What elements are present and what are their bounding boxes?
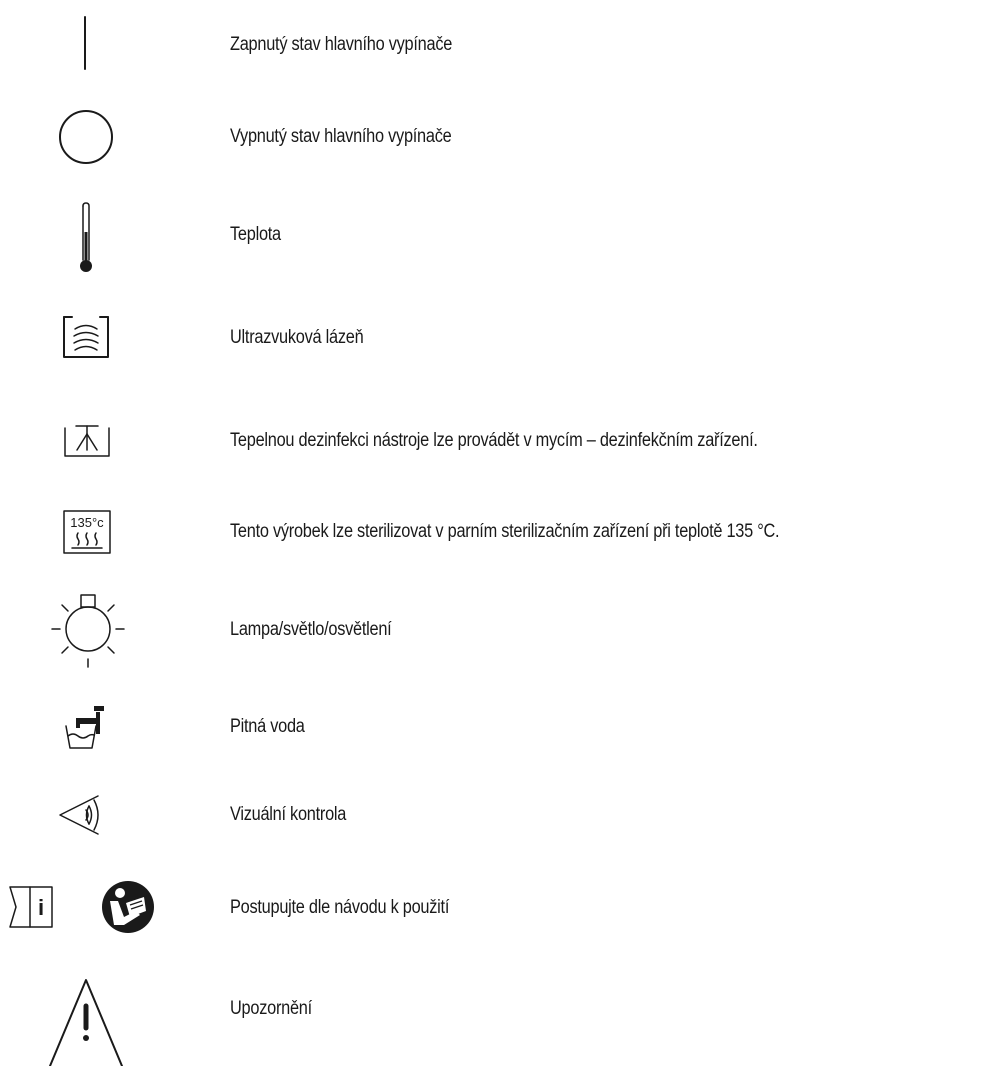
ultrasonic-bath-icon [63, 316, 109, 358]
icon-cell [0, 682, 190, 772]
symbol-row-thermal-disinfection: Tepelnou dezinfekci nástroje lze provádě… [0, 396, 1002, 486]
icon-cell [0, 190, 190, 280]
icon-cell [0, 964, 190, 1066]
sterilization-badge-text: 135°c [70, 515, 104, 530]
drinking-water-icon [65, 706, 104, 749]
icon-cell [0, 585, 190, 675]
icon-cell [0, 770, 190, 860]
symbol-label: Tepelnou dezinfekci nástroje lze provádě… [230, 430, 758, 451]
symbol-row-drinking-water: Pitná voda [0, 682, 1002, 772]
symbol-row-ultrasonic: Ultrazvuková lázeň [0, 293, 1002, 383]
icon-cell [0, 92, 190, 182]
symbol-row-instructions: i Postupujte dle návodu k použití [0, 863, 1002, 953]
icon-cell [0, 0, 190, 90]
symbol-label: Lampa/světlo/osvětlení [230, 619, 392, 640]
symbol-row-sterilization: 135°c Tento výrobek lze sterilizovat v p… [0, 487, 1002, 577]
icon-cell: 135°c [0, 487, 190, 577]
symbol-label: Pitná voda [230, 716, 305, 737]
symbol-label: Teplota [230, 224, 281, 245]
symbol-label: Vypnutý stav hlavního vypínače [230, 126, 452, 147]
symbol-row-power-off: Vypnutý stav hlavního vypínače [0, 92, 1002, 182]
thermometer-icon [80, 202, 92, 272]
symbol-row-warning: Upozornění [0, 964, 1002, 1066]
symbol-label: Zapnutý stav hlavního vypínače [230, 34, 453, 55]
symbol-label: Postupujte dle návodu k použití [230, 897, 450, 918]
svg-text:i: i [38, 895, 44, 920]
power-off-circle-icon [59, 110, 113, 164]
icon-cell [0, 293, 190, 383]
symbol-legend: Zapnutý stav hlavního vypínače Vypnutý s… [0, 0, 1002, 1066]
symbol-row-visual-inspection: Vizuální kontrola [0, 770, 1002, 860]
steam-sterilization-135-icon: 135°c [63, 510, 111, 554]
warning-icon [49, 979, 123, 1066]
symbol-label: Ultrazvuková lázeň [230, 327, 364, 348]
power-on-line-icon [84, 16, 86, 70]
lamp-icon [51, 594, 125, 668]
visual-inspection-icon [59, 795, 99, 835]
instructions-for-use-icon: i [9, 881, 154, 933]
icon-cell [0, 396, 190, 486]
icon-cell: i [0, 863, 190, 953]
symbol-row-temperature: Teplota [0, 190, 1002, 280]
symbol-label: Tento výrobek lze sterilizovat v parním … [230, 521, 780, 542]
thermal-disinfection-icon [64, 425, 110, 457]
symbol-label: Vizuální kontrola [230, 804, 347, 825]
symbol-label: Upozornění [230, 998, 312, 1019]
symbol-row-power-on: Zapnutý stav hlavního vypínače [0, 0, 1002, 90]
symbol-row-lamp: Lampa/světlo/osvětlení [0, 585, 1002, 675]
